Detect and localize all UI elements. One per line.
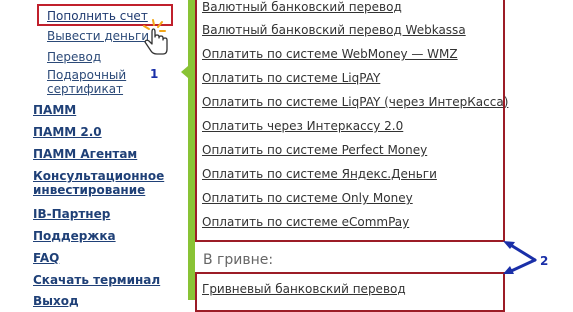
sidebar-item-pamm-agents[interactable]: ПАММ Агентам [33, 147, 137, 161]
sidebar-item-gift-certificate[interactable]: Подарочный сертификат [47, 68, 126, 96]
payment-link[interactable]: Оплатить по системе Яндекс.Деньги [202, 167, 437, 181]
sidebar-item-logout[interactable]: Выход [33, 294, 79, 308]
sidebar-item-pamm-2[interactable]: ПАММ 2.0 [33, 125, 102, 139]
payment-link[interactable]: Оплатить по системе Perfect Money [202, 143, 427, 157]
hand-pointer-icon [143, 19, 168, 55]
annotation-marker-2: 2 [540, 254, 549, 268]
payment-link[interactable]: Оплатить по системе eCommPay [202, 215, 409, 229]
sidebar-item-consulting[interactable]: Консультационное инвестирование [33, 169, 164, 197]
sidebar-item-transfer[interactable]: Перевод [47, 50, 101, 64]
payment-link[interactable]: Оплатить по системе WebMoney — WMZ [202, 47, 458, 61]
sidebar-item-top-up[interactable]: Пополнить счет [47, 9, 148, 23]
consult-line-1: Консультационное [33, 169, 165, 183]
consult-line-2: инвестирование [33, 183, 146, 197]
payment-link[interactable]: Валютный банковский перевод [202, 0, 402, 14]
gift-line-1: Подарочный [47, 68, 127, 82]
section-title-hryvnia: В гривне: [203, 252, 274, 268]
sidebar-item-support[interactable]: Поддержка [33, 229, 116, 243]
payment-link[interactable]: Оплатить по системе Only Money [202, 191, 413, 205]
sidebar-item-download-terminal[interactable]: Скачать терминал [33, 273, 160, 287]
annotation-marker-1: 1 [150, 67, 159, 81]
green-rail [188, 0, 195, 300]
payment-link[interactable]: Оплатить через Интеркассу 2.0 [202, 119, 403, 133]
sidebar-item-pamm[interactable]: ПАММ [33, 103, 76, 117]
sidebar-item-withdraw[interactable]: Вывести деньги [47, 29, 149, 43]
sidebar-item-faq[interactable]: FAQ [33, 251, 59, 265]
sidebar-item-ib-partner[interactable]: IB-Партнер [33, 207, 110, 221]
payment-link[interactable]: Гривневый банковский перевод [202, 282, 406, 296]
payment-link[interactable]: Оплатить по системе LiqPAY [202, 71, 380, 85]
gift-line-2: сертификат [47, 82, 124, 96]
sidebar: Пополнить счет Вывести деньги Перевод По… [0, 0, 188, 308]
selection-pointer [181, 66, 188, 78]
payment-link[interactable]: Оплатить по системе LiqPAY (через ИнтерК… [202, 95, 508, 109]
payment-link[interactable]: Валютный банковский перевод Webkassa [202, 23, 466, 37]
